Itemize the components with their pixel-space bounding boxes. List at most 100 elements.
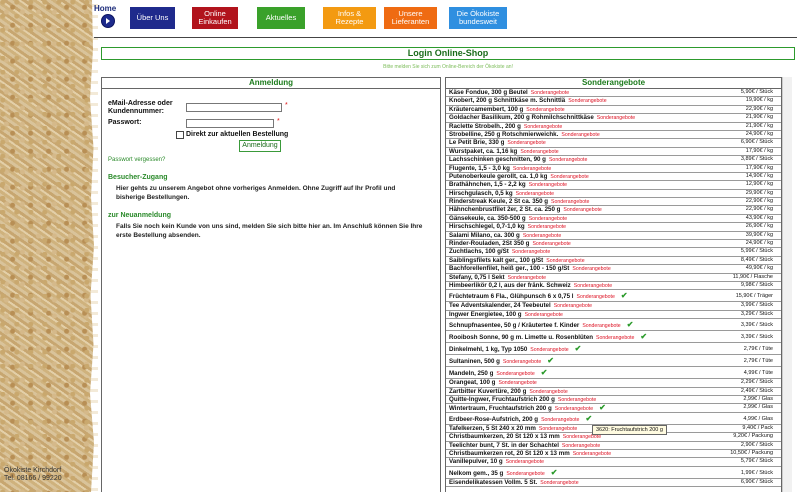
table-row[interactable]: Mandeln, 250 g Sonderangebote ✔ 4,99€ / Tüt… bbox=[446, 367, 781, 380]
offer-tag-link[interactable]: Sonderangebote bbox=[532, 241, 570, 247]
offer-name[interactable]: Lachsschinken geschnitten, 90 g Sonderang… bbox=[449, 156, 587, 165]
offer-tag-link[interactable]: Sonderangebote bbox=[508, 275, 546, 281]
nav-unsere-lieferanten[interactable]: Unsere Lieferanten bbox=[384, 7, 437, 29]
offer-tag-link[interactable]: Sonderangebote bbox=[540, 480, 578, 486]
offer-tag-link[interactable]: Sonderangebote bbox=[498, 380, 536, 386]
offer-name[interactable]: Orangeat, 100 g Sonderangebote bbox=[449, 379, 537, 388]
offer-name[interactable]: Käse Fondue, 300 g Beutel Sonderangebote bbox=[449, 89, 569, 98]
offer-tag-link[interactable]: Sonderangebote bbox=[554, 303, 592, 309]
offer-tag-link[interactable]: Sonderangebote bbox=[573, 451, 611, 457]
offer-name[interactable]: Quitte-Ingwer, Fruchtaufstrich 200 g Sond… bbox=[449, 396, 596, 405]
table-row[interactable]: Hirschgulasch, 0,5 kg Sonderangebote 29,90… bbox=[446, 190, 781, 199]
offer-name[interactable]: Ingwer Energietee, 100 g Sonderangebote bbox=[449, 311, 563, 320]
table-row[interactable]: Ingwer Energietee, 100 g Sonderangebote 3,… bbox=[446, 311, 781, 320]
guest-access-link[interactable]: Besucher-Zugang bbox=[108, 174, 168, 181]
register-link[interactable]: zur Neuanmeldung bbox=[108, 212, 171, 219]
offer-tag-link[interactable]: Sonderangebote bbox=[541, 417, 579, 423]
offer-tag-link[interactable]: Sonderangebote bbox=[568, 98, 606, 104]
offer-name[interactable]: Tee Adventskalender, 24 Teebeutel Sondera… bbox=[449, 302, 592, 311]
offer-name[interactable]: Tafelkerzen, 5 St 240 x 20 mm Sonderangeb… bbox=[449, 425, 577, 434]
table-row[interactable]: Quitte-Ingwer, Fruchtaufstrich 200 g Sond… bbox=[446, 396, 781, 405]
table-row[interactable]: Wintertraum, Fruchtaufstrich 200 g Sonder… bbox=[446, 404, 781, 413]
offer-tag-link[interactable]: Sonderangebote bbox=[551, 199, 589, 205]
offer-name[interactable]: Zartbitter Kuvertüre, 200 g Sonderangebot… bbox=[449, 388, 568, 397]
offer-name[interactable]: Salami Milano, ca. 300 g Sonderangebote bbox=[449, 232, 561, 241]
offer-tag-link[interactable]: Sonderangebote bbox=[530, 347, 568, 353]
table-row[interactable]: Raclette Strobelh., 200 g Sonderangebote 2… bbox=[446, 123, 781, 131]
home-label[interactable]: Home bbox=[94, 4, 116, 13]
offer-tag-link[interactable]: Sonderangebote bbox=[529, 389, 567, 395]
offer-tag-link[interactable]: Sonderangebote bbox=[563, 434, 601, 440]
offer-name[interactable]: Flugente, 1,5 - 3,0 kg Sonderangebote bbox=[449, 165, 551, 174]
offer-tag-link[interactable]: Sonderangebote bbox=[546, 258, 584, 264]
offer-tag-link[interactable]: Sonderangebote bbox=[528, 224, 566, 230]
offer-name[interactable]: Le Petit Brie, 330 g Sonderangebote bbox=[449, 139, 546, 148]
offer-tag-link[interactable]: Sonderangebote bbox=[561, 132, 599, 138]
offer-name[interactable]: Teelichter bunt, 7 St. in der Schachtel S… bbox=[449, 442, 600, 451]
offer-tag-link[interactable]: Sonderangebote bbox=[506, 471, 544, 477]
direct-order-checkbox[interactable] bbox=[176, 131, 184, 139]
nav-infos-rezepte[interactable]: Infos & Rezepte bbox=[323, 7, 376, 29]
offer-tag-link[interactable]: Sonderangebote bbox=[523, 233, 561, 239]
login-button[interactable]: Anmeldung bbox=[239, 140, 281, 152]
offer-tag-link[interactable]: Sonderangebote bbox=[596, 335, 634, 341]
offer-tag-link[interactable]: Sonderangebote bbox=[524, 124, 562, 130]
email-field[interactable] bbox=[186, 103, 282, 112]
offer-name[interactable]: Eisendelikatessen Vollm. 5 St. Sonderange… bbox=[449, 479, 579, 488]
offer-name[interactable]: Kräutercamembert, 100 g Sonderangebote bbox=[449, 106, 565, 115]
offer-tag-link[interactable]: Sonderangebote bbox=[513, 166, 551, 172]
table-row[interactable]: Orangeat, 100 g Sonderangebote 2,29€ / Stü… bbox=[446, 379, 781, 388]
offer-name[interactable]: Raclette Strobelh., 200 g Sonderangebote bbox=[449, 123, 562, 132]
offer-name[interactable]: Brathähnchen, 1,5 - 2,2 kg Sonderangebote bbox=[449, 181, 567, 190]
table-row[interactable]: Wurstpaket, ca. 1,16 kg Sonderangebote 17,… bbox=[446, 148, 781, 157]
offer-tag-link[interactable]: Sonderangebote bbox=[562, 443, 600, 449]
offer-tag-link[interactable]: Sonderangebote bbox=[539, 426, 577, 432]
offer-tag-link[interactable]: Sonderangebote bbox=[555, 406, 593, 412]
offer-tag-link[interactable]: Sonderangebote bbox=[563, 207, 601, 213]
offer-name[interactable]: Hirschgulasch, 0,5 kg Sonderangebote bbox=[449, 190, 554, 199]
table-row[interactable]: Goldacher Basilikum, 200 g Rohmilchschni… bbox=[446, 114, 781, 123]
offer-name[interactable]: Wurstpaket, ca. 1,16 kg Sonderangebote bbox=[449, 148, 559, 157]
table-row[interactable]: Kräutercamembert, 100 g Sonderangebote 22,… bbox=[446, 106, 781, 115]
table-row[interactable]: Le Petit Brie, 330 g Sonderangebote 6,90€ … bbox=[446, 139, 781, 148]
offer-tag-link[interactable]: Sonderangebote bbox=[597, 115, 635, 121]
table-row[interactable]: Bachforellenfilet, heiß ger., 100 - 150 … bbox=[446, 265, 781, 274]
offer-name[interactable]: Knobert, 200 g Schnittkäse m. Schnittlä S… bbox=[449, 97, 607, 106]
offer-tag-link[interactable]: Sonderangebote bbox=[558, 397, 596, 403]
offer-name[interactable]: Christbaumkerzen rot, 20 St 120 x 13 mm S… bbox=[449, 450, 611, 459]
table-row[interactable]: Hähnchenbrustfilet 2er, 2 St. ca. 250 gS… bbox=[446, 206, 781, 215]
table-row[interactable]: Zuchtlachs, 100 g/St Sonderangebote 5,99€ … bbox=[446, 248, 781, 257]
table-row[interactable]: Teelichter bunt, 7 St. in der Schachtel S… bbox=[446, 442, 781, 450]
table-row[interactable]: Lachsschinken geschnitten, 90 g Sonderang… bbox=[446, 156, 781, 165]
table-row[interactable]: Sultaninen, 500 g Sonderangebote ✔ 2,79€ / … bbox=[446, 355, 781, 368]
password-field[interactable] bbox=[186, 119, 274, 128]
nav-ueber-uns[interactable]: Über Uns bbox=[130, 7, 175, 29]
table-row[interactable]: Knobert, 200 g Schnittkäse m. Schnittlä S… bbox=[446, 97, 781, 106]
offer-name[interactable]: Putenoberkeule gerollt, ca. 1,0 kg Sonder… bbox=[449, 173, 589, 182]
table-row[interactable]: Rinderstreak Keule, 2 St ca. 350 g Sonder… bbox=[446, 198, 781, 207]
offer-tag-link[interactable]: Sonderangebote bbox=[529, 182, 567, 188]
offer-tag-link[interactable]: Sonderangebote bbox=[576, 294, 614, 300]
table-row[interactable]: Hirschschlegel, 0,7-1,0 kg Sonderangebote… bbox=[446, 223, 781, 232]
offer-name[interactable]: Hähnchenbrustfilet 2er, 2 St. ca. 250 gS… bbox=[449, 206, 602, 215]
forgot-password-link[interactable]: Passwort vergessen? bbox=[108, 157, 165, 163]
offer-tag-link[interactable]: Sonderangebote bbox=[550, 174, 588, 180]
scrollbar[interactable] bbox=[782, 77, 792, 492]
offer-name[interactable]: Zuchtlachs, 100 g/St Sonderangebote bbox=[449, 248, 550, 257]
offer-tag-link[interactable]: Sonderangebote bbox=[582, 323, 620, 329]
table-row[interactable]: Rinder-Rouladen, 2St 350 g Sonderangebote… bbox=[446, 240, 781, 249]
table-row[interactable]: Saiblingsfilets kalt ger., 100 g/St Sonde… bbox=[446, 257, 781, 266]
table-row[interactable]: Brathähnchen, 1,5 - 2,2 kg Sonderangebote… bbox=[446, 181, 781, 190]
table-row[interactable]: Eisendelikatessen Vollm. 5 St. Sonderange… bbox=[446, 479, 781, 488]
offer-tag-link[interactable]: Sonderangebote bbox=[496, 371, 534, 377]
offer-tag-link[interactable]: Sonderangebote bbox=[503, 359, 541, 365]
table-row[interactable]: Vanillepulver, 10 g Sonderangebote 5,79€ /… bbox=[446, 458, 781, 467]
offer-tag-link[interactable]: Sonderangebote bbox=[512, 249, 550, 255]
table-row[interactable]: Dinkelmehl, 1 kg, Typ 1050 Sonderangebote… bbox=[446, 343, 781, 356]
offer-name[interactable]: Hirschschlegel, 0,7-1,0 kg Sonderangebote bbox=[449, 223, 566, 232]
offer-tag-link[interactable]: Sonderangebote bbox=[549, 157, 587, 163]
offer-tag-link[interactable]: Sonderangebote bbox=[525, 312, 563, 318]
table-row[interactable]: Schnupfnasentee, 50 g / Kräutertee f. Ki… bbox=[446, 319, 781, 332]
table-row[interactable]: Stefany, 0,75 l Sekt Sonderangebote 11,90€… bbox=[446, 274, 781, 282]
offer-name[interactable]: Gänsekeule, ca. 350-500 g Sonderangebote bbox=[449, 215, 567, 224]
